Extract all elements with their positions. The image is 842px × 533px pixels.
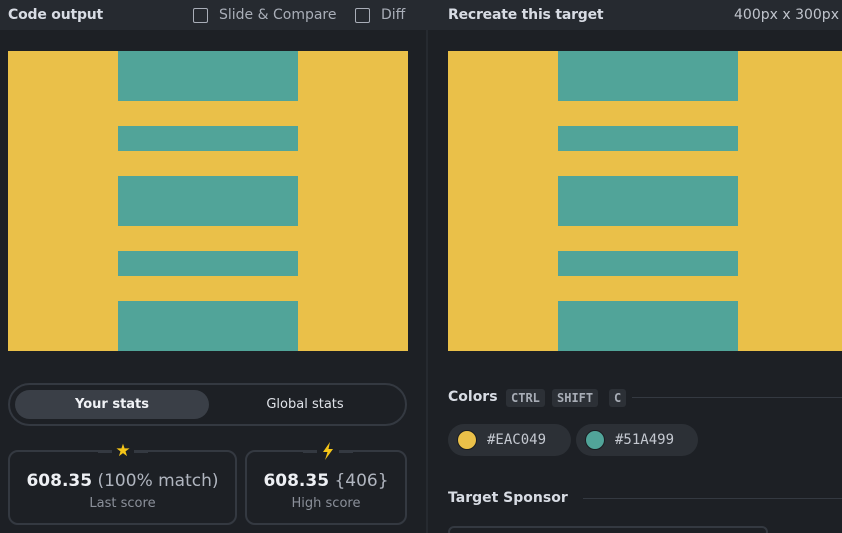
target-title: Recreate this target	[448, 7, 604, 23]
color-swatch-yellow	[457, 430, 477, 450]
target-bar-2	[558, 126, 738, 151]
slide-compare-toggle[interactable]: Slide & Compare	[193, 6, 337, 24]
target-panel: Recreate this target 400px x 300px Color…	[428, 0, 842, 533]
target-header: Recreate this target 400px x 300px	[428, 0, 842, 30]
slide-compare-checkbox[interactable]	[193, 7, 208, 23]
lightning-icon	[317, 441, 339, 461]
divider	[98, 451, 112, 453]
high-score-label: High score	[291, 496, 361, 511]
high-score-detail: {406}	[334, 471, 389, 491]
colors-label: Colors	[448, 389, 498, 405]
kbd-shift: SHIFT	[552, 389, 599, 407]
last-score-value-line: 608.35 (100% match)	[10, 471, 235, 491]
high-score-value: 608.35	[263, 471, 330, 491]
output-bar-4	[118, 251, 298, 276]
stats-tabs: Your stats Global stats	[8, 383, 407, 426]
target-bar-3	[558, 176, 738, 226]
output-canvas[interactable]	[8, 51, 408, 351]
divider	[339, 451, 353, 453]
code-output-header: Code output Slide & Compare Diff	[0, 0, 426, 30]
sponsor-card[interactable]	[448, 526, 768, 533]
last-score-label: Last score	[89, 496, 156, 511]
target-bar-1	[558, 51, 738, 101]
output-bar-2	[118, 126, 298, 151]
output-bar-1	[118, 51, 298, 101]
target-dimensions: 400px x 300px	[734, 7, 839, 23]
output-bar-5	[118, 301, 298, 351]
divider	[303, 451, 317, 453]
high-score-card: 608.35 {406} High score	[245, 441, 407, 525]
last-score-value: 608.35	[26, 471, 93, 491]
diff-checkbox[interactable]	[355, 7, 370, 23]
target-bar-5	[558, 301, 738, 351]
star-icon: ★	[112, 441, 134, 461]
output-bar-3	[118, 176, 298, 226]
code-output-title: Code output	[8, 7, 104, 23]
color-hex-yellow: #EAC049	[487, 432, 547, 448]
diff-label: Diff	[381, 7, 406, 23]
high-score-value-line: 608.35 {406}	[247, 471, 405, 491]
divider	[134, 451, 148, 453]
last-score-detail: (100% match)	[97, 471, 219, 491]
kbd-ctrl: CTRL	[506, 389, 545, 407]
last-score-card: ★ 608.35 (100% match) Last score	[8, 441, 237, 525]
tab-your-stats[interactable]: Your stats	[15, 390, 209, 419]
target-canvas	[448, 51, 842, 351]
target-sponsor-label: Target Sponsor	[448, 490, 568, 506]
kbd-c: C	[609, 389, 627, 407]
target-bar-4	[558, 251, 738, 276]
color-hex-teal: #51A499	[615, 432, 675, 448]
slide-compare-label: Slide & Compare	[219, 7, 337, 23]
color-chip-teal[interactable]: #51A499	[576, 424, 698, 456]
color-chip-yellow[interactable]: #EAC049	[448, 424, 571, 456]
color-swatch-teal	[585, 430, 605, 450]
diff-toggle[interactable]: Diff	[355, 6, 405, 24]
divider	[632, 397, 842, 398]
tab-global-stats[interactable]: Global stats	[211, 390, 399, 419]
code-output-panel: Code output Slide & Compare Diff Your st…	[0, 0, 426, 533]
divider	[583, 498, 842, 499]
